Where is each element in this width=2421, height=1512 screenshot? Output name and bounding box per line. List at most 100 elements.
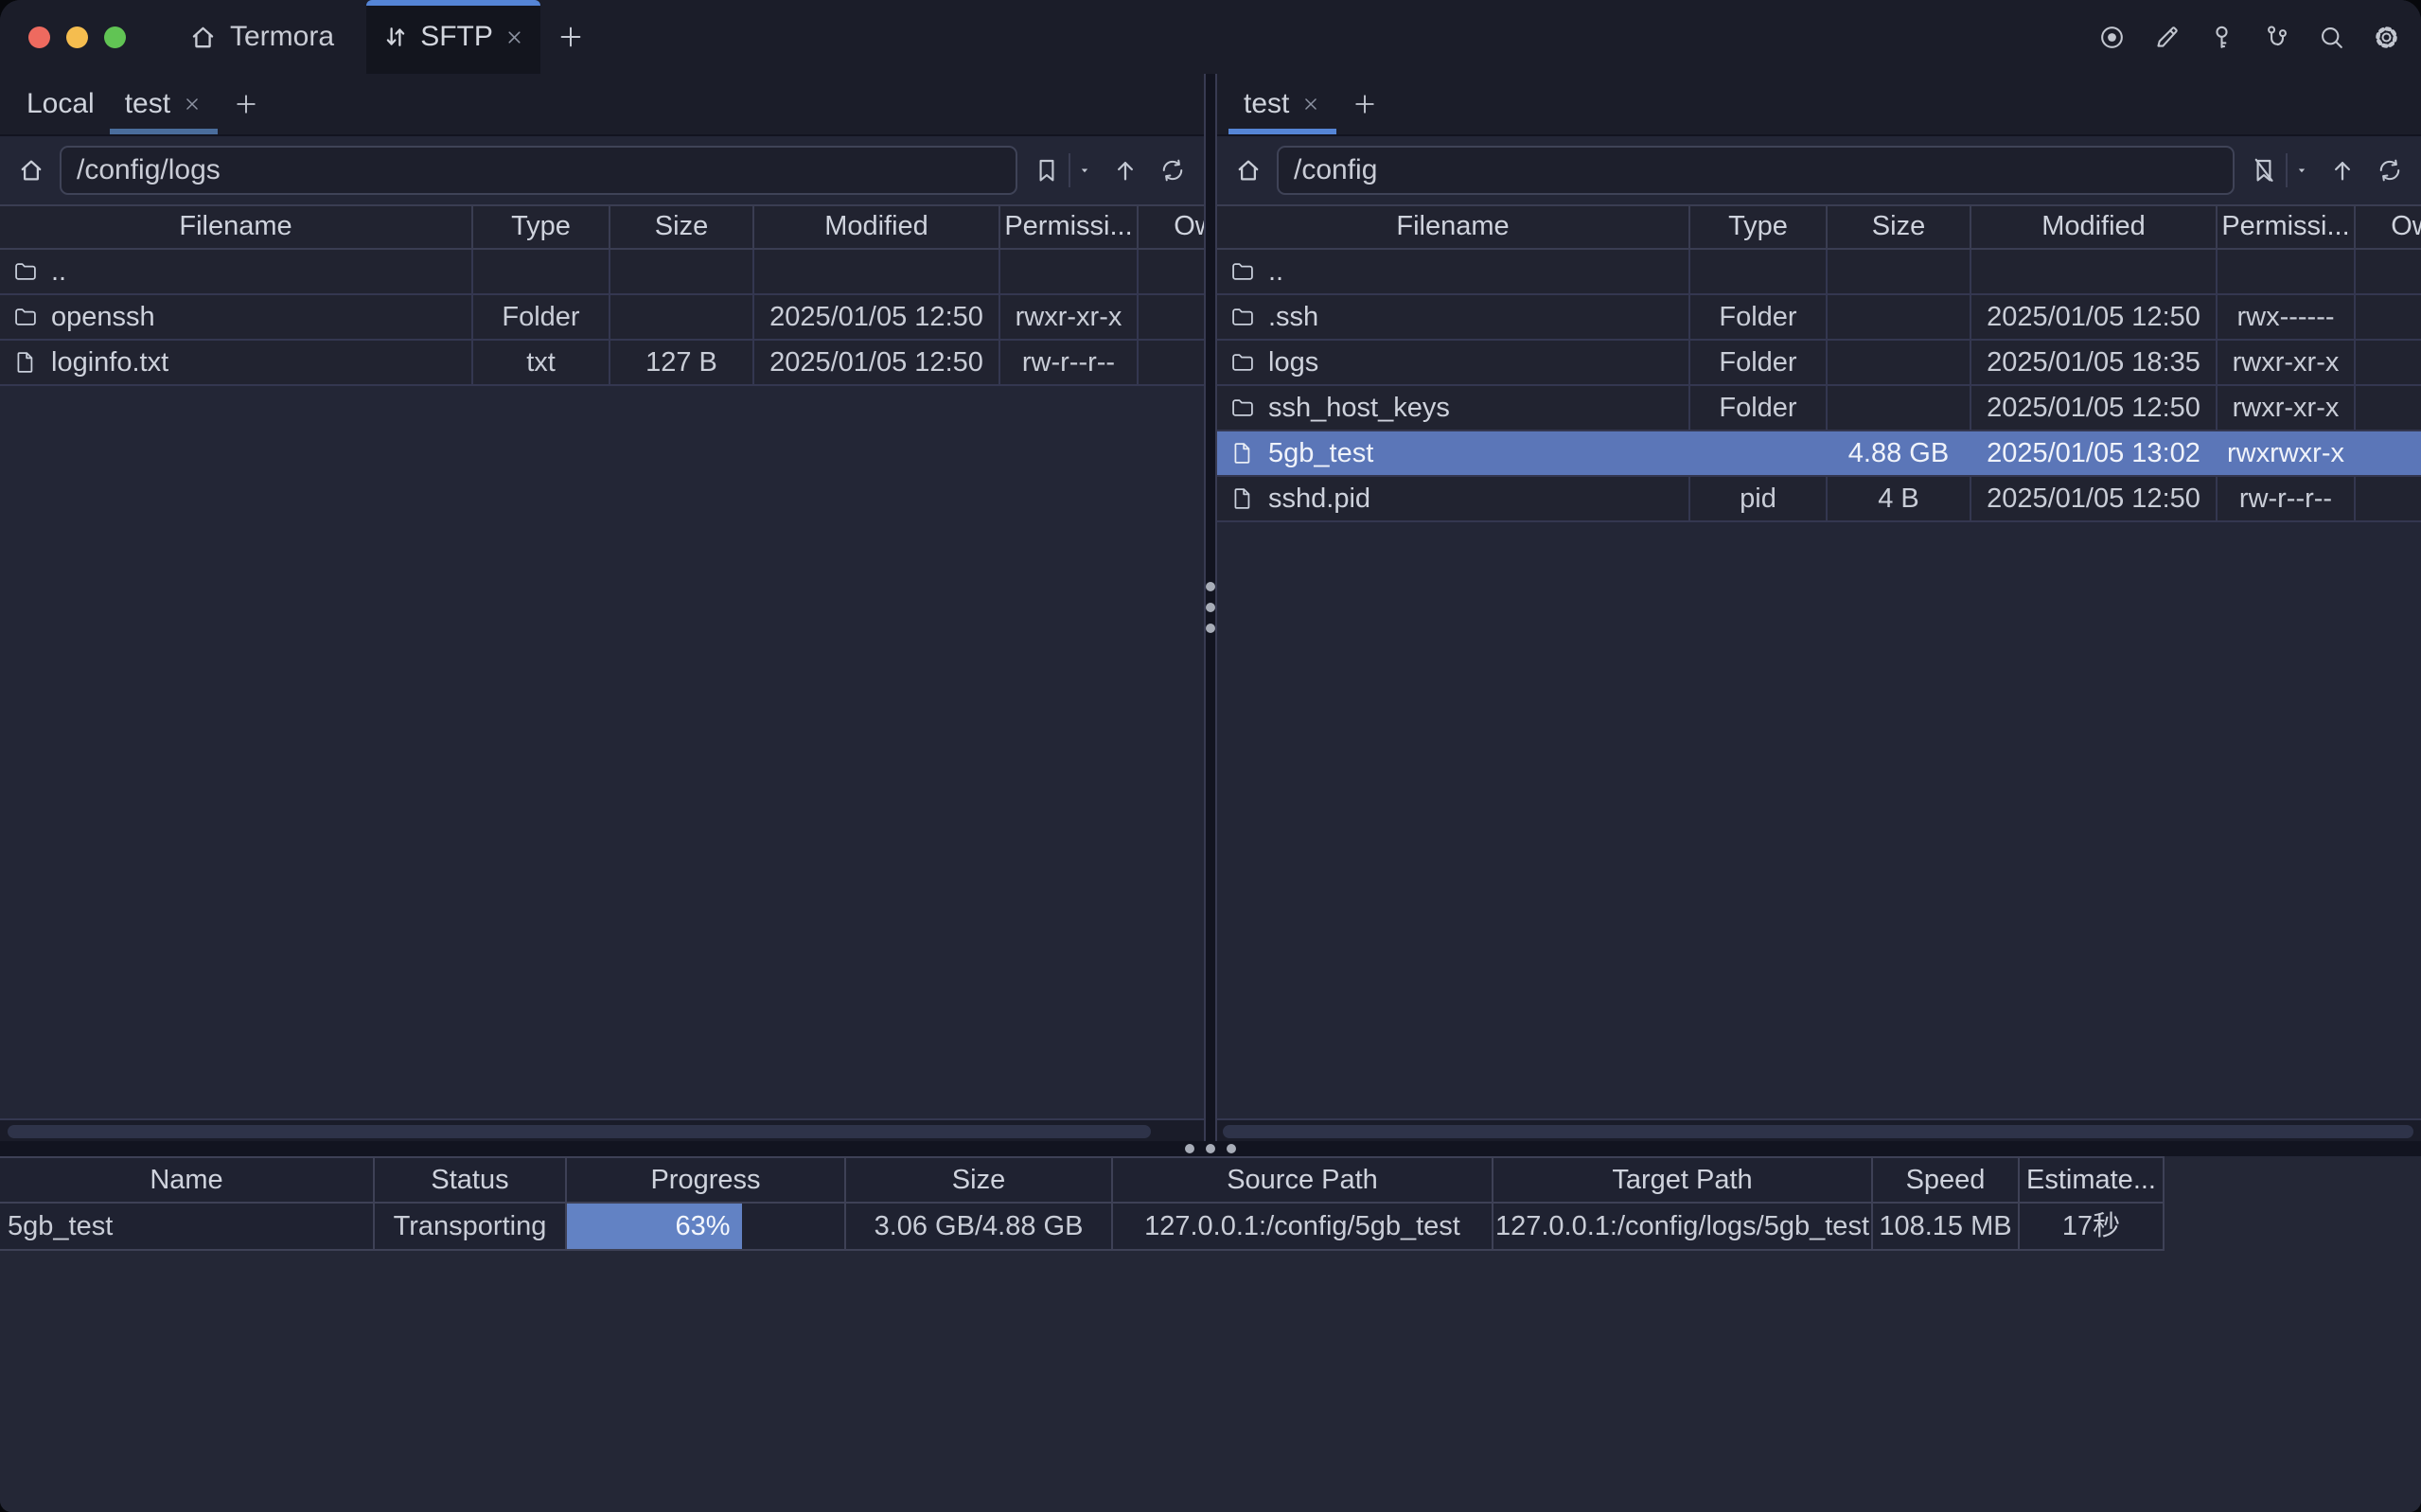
file-type-cell: pid (1690, 477, 1828, 520)
bookmark-button[interactable] (1032, 155, 1062, 185)
file-name: ssh_host_keys (1268, 386, 1450, 430)
column-header-modified[interactable]: Modified (1971, 206, 2218, 248)
new-pane-tab-button[interactable] (218, 74, 274, 134)
file-row[interactable]: opensshFolder2025/01/05 12:50rwxr-xr-x (0, 295, 1204, 341)
vertical-splitter[interactable] (1204, 74, 1217, 1141)
file-name: .. (51, 250, 66, 293)
column-header-size[interactable]: Size (1828, 206, 1971, 248)
new-window-tab-button[interactable] (540, 0, 601, 74)
bookmark-button[interactable] (2249, 155, 2279, 185)
pane-tab-test[interactable]: test (1228, 74, 1336, 134)
file-row[interactable]: sshd.pidpid4 B2025/01/05 12:50rw-r--r-- (1217, 477, 2421, 522)
refresh-button[interactable] (2376, 156, 2404, 185)
local-pane: Localtest FilenameTypeSizeModifiedPermiss… (0, 74, 1204, 1141)
file-owner-cell (2356, 295, 2421, 339)
close-tab-button[interactable] (504, 26, 525, 48)
file-type-cell (1690, 431, 1828, 475)
record-button[interactable] (2095, 21, 2128, 53)
refresh-button[interactable] (1158, 156, 1187, 185)
close-tab-button[interactable] (1300, 94, 1321, 114)
minimize-window-button[interactable] (66, 26, 88, 48)
transfer-column-header-name[interactable]: Name (0, 1158, 375, 1204)
parent-directory-button[interactable] (2328, 156, 2357, 185)
transfer-column-header-sourcepath[interactable]: Source Path (1113, 1158, 1493, 1204)
file-row[interactable]: .. (0, 250, 1204, 295)
divider (1069, 153, 1070, 187)
horizontal-scrollbar-thumb[interactable] (1223, 1125, 2413, 1138)
transfer-column-header-progress[interactable]: Progress (567, 1158, 846, 1204)
new-pane-tab-button[interactable] (1336, 74, 1393, 134)
pane-tab-local[interactable]: Local (11, 74, 110, 134)
file-icon (12, 349, 39, 376)
search-button[interactable] (2315, 21, 2347, 53)
horizontal-scrollbar-track[interactable] (0, 1118, 1204, 1141)
file-modified-cell: 2025/01/05 12:50 (1971, 295, 2218, 339)
file-row[interactable]: 5gb_test4.88 GB2025/01/05 13:02rwxrwxr-x (1217, 431, 2421, 477)
settings-button[interactable] (2370, 21, 2402, 53)
column-header-modified[interactable]: Modified (754, 206, 1000, 248)
column-header-ow[interactable]: Ow (1139, 206, 1204, 248)
path-input[interactable] (1277, 146, 2235, 195)
horizontal-splitter[interactable] (0, 1141, 2421, 1156)
zoom-window-button[interactable] (104, 26, 126, 48)
path-input[interactable] (60, 146, 1017, 195)
edit-icon (2152, 23, 2182, 52)
column-header-ow[interactable]: Ow (2356, 206, 2421, 248)
close-tab-button[interactable] (182, 94, 203, 114)
file-permissions-cell: rwxrwxr-x (2218, 431, 2356, 475)
path-bar (0, 136, 1204, 204)
file-modified-cell (1971, 250, 2218, 293)
file-row[interactable]: ssh_host_keysFolder2025/01/05 12:50rwxr-… (1217, 386, 2421, 431)
transfer-speed-cell: 108.15 MB (1873, 1204, 2020, 1251)
folder-icon (1229, 258, 1256, 285)
column-header-type[interactable]: Type (473, 206, 610, 248)
bookmark-dropdown-button[interactable] (2294, 163, 2309, 178)
column-header-type[interactable]: Type (1690, 206, 1828, 248)
column-header-filename[interactable]: Filename (0, 206, 473, 248)
tab-sftp[interactable]: SFTP (366, 0, 540, 74)
plus-icon (233, 91, 259, 117)
transfer-column-header-targetpath[interactable]: Target Path (1493, 1158, 1873, 1204)
transfer-panel: NameStatusProgressSizeSource PathTarget … (0, 1156, 2421, 1512)
file-size-cell (1828, 250, 1971, 293)
transfer-column-header-speed[interactable]: Speed (1873, 1158, 2020, 1204)
sftp-tab-label: SFTP (420, 21, 493, 53)
keychain-button[interactable] (2260, 21, 2292, 53)
transfer-column-header-size[interactable]: Size (846, 1158, 1113, 1204)
key-button[interactable] (2205, 21, 2237, 53)
file-modified-cell: 2025/01/05 12:50 (754, 295, 1000, 339)
parent-directory-button[interactable] (1111, 156, 1140, 185)
app-title: Termora (230, 21, 334, 53)
edit-button[interactable] (2150, 21, 2182, 53)
home-icon[interactable] (1234, 156, 1263, 185)
file-owner-cell (2356, 477, 2421, 520)
splitter-grip-icon (1206, 582, 1215, 633)
file-row[interactable]: .. (1217, 250, 2421, 295)
file-permissions-cell (2218, 250, 2356, 293)
file-row[interactable]: logsFolder2025/01/05 18:35rwxr-xr-x (1217, 341, 2421, 386)
file-row[interactable]: loginfo.txttxt127 B2025/01/05 12:50rw-r-… (0, 341, 1204, 386)
horizontal-scrollbar-track[interactable] (1217, 1118, 2421, 1141)
file-modified-cell: 2025/01/05 12:50 (1971, 386, 2218, 430)
column-header-filename[interactable]: Filename (1217, 206, 1690, 248)
home-icon[interactable] (17, 156, 45, 185)
pane-tab-test[interactable]: test (110, 74, 218, 134)
transfer-table-body: 5gb_testTransporting63%3.06 GB/4.88 GB12… (0, 1204, 2165, 1251)
file-name: .. (1268, 250, 1283, 293)
horizontal-scrollbar-thumb[interactable] (8, 1125, 1151, 1138)
column-header-permissi[interactable]: Permissi... (1000, 206, 1139, 248)
column-header-size[interactable]: Size (610, 206, 754, 248)
transfer-row[interactable]: 5gb_testTransporting63%3.06 GB/4.88 GB12… (0, 1204, 2165, 1251)
tab-termora-home[interactable]: Termora (179, 0, 344, 74)
file-owner-cell (2356, 431, 2421, 475)
transfer-target-cell: 127.0.0.1:/config/logs/5gb_test (1493, 1204, 1873, 1251)
transfer-size-cell: 3.06 GB/4.88 GB (846, 1204, 1113, 1251)
keychain-icon (2262, 23, 2291, 52)
file-row[interactable]: .sshFolder2025/01/05 12:50rwx------ (1217, 295, 2421, 341)
close-window-button[interactable] (28, 26, 50, 48)
transfer-column-header-status[interactable]: Status (375, 1158, 567, 1204)
bookmark-dropdown-button[interactable] (1077, 163, 1092, 178)
file-table: FilenameTypeSizeModifiedPermissi...Ow...… (1217, 204, 2421, 522)
transfer-column-header-estimate[interactable]: Estimate... (2020, 1158, 2165, 1204)
column-header-permissi[interactable]: Permissi... (2218, 206, 2356, 248)
